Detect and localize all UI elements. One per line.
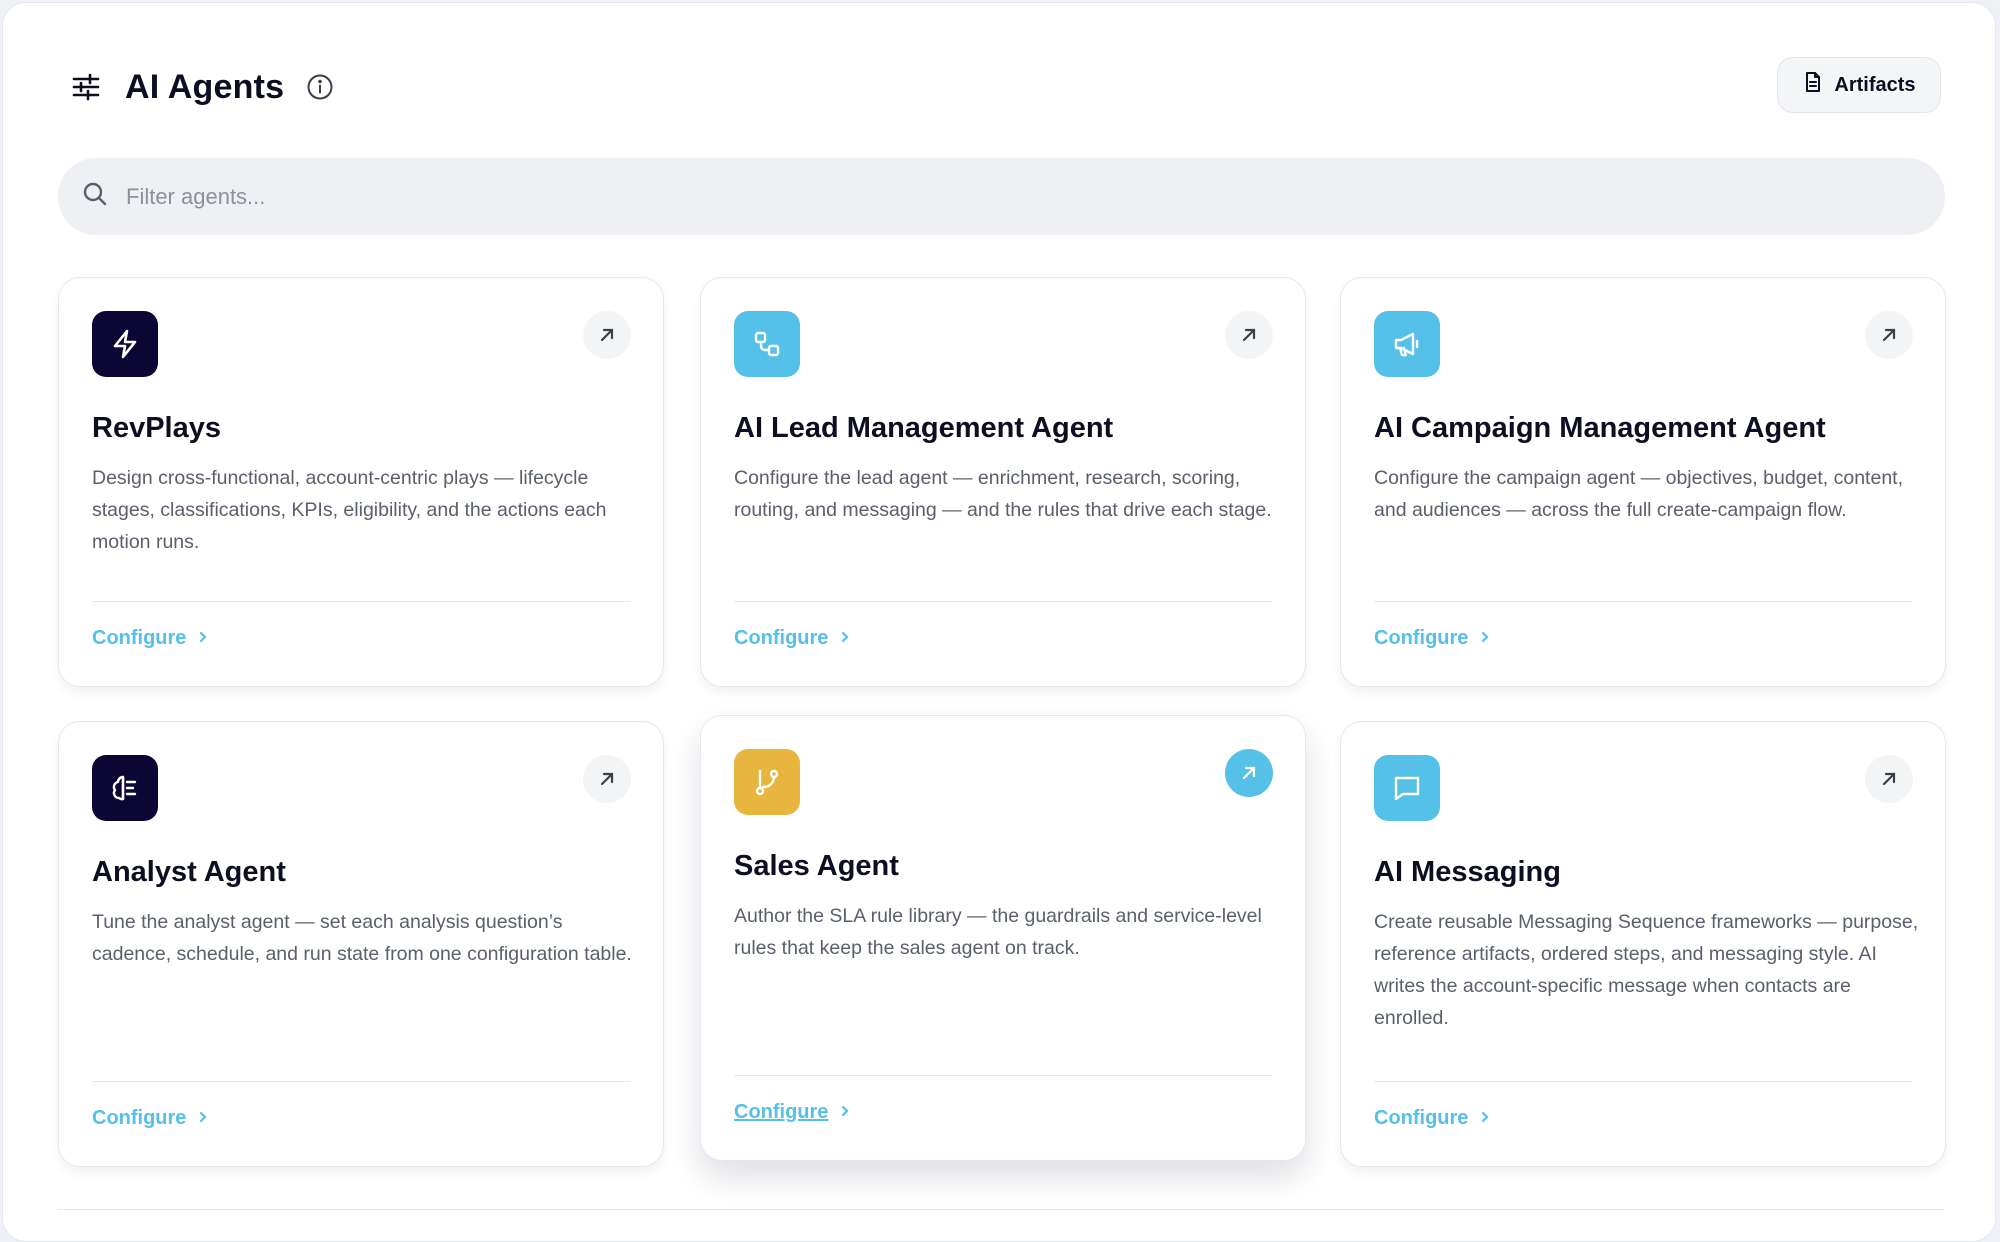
message-icon xyxy=(1374,755,1440,821)
open-arrow-icon[interactable] xyxy=(1865,755,1913,803)
card-title: AI Messaging xyxy=(1374,856,1561,888)
card-description: Configure the lead agent — enrichment, r… xyxy=(734,467,1272,521)
configure-link[interactable]: Configure xyxy=(734,627,852,650)
agent-card-lead-management[interactable]: AI Lead Management Agent Configure the l… xyxy=(700,277,1306,687)
configure-label: Configure xyxy=(92,1107,187,1129)
chevron-right-icon xyxy=(838,627,852,650)
chevron-right-icon xyxy=(838,1101,852,1124)
card-divider xyxy=(1374,1081,1912,1082)
configure-link[interactable]: Configure xyxy=(734,1101,852,1124)
configure-label: Configure xyxy=(1374,627,1469,649)
card-divider xyxy=(92,1081,630,1082)
footer-divider xyxy=(58,1209,1945,1210)
info-icon[interactable] xyxy=(306,73,334,101)
artifacts-button[interactable]: Artifacts xyxy=(1777,57,1941,113)
open-arrow-icon[interactable] xyxy=(1225,311,1273,359)
agent-card-analyst[interactable]: Analyst Agent Tune the analyst agent — s… xyxy=(58,721,664,1167)
search-icon xyxy=(82,181,108,212)
artifacts-label: Artifacts xyxy=(1834,73,1916,96)
agent-card-campaign-management[interactable]: AI Campaign Management Agent Configure t… xyxy=(1340,277,1946,687)
card-divider xyxy=(734,601,1272,602)
open-arrow-icon[interactable] xyxy=(583,755,631,803)
card-divider xyxy=(734,1075,1272,1076)
chevron-right-icon xyxy=(1478,1107,1492,1130)
workflow-icon xyxy=(734,311,800,377)
card-divider xyxy=(1374,601,1912,602)
lightning-icon xyxy=(92,311,158,377)
card-description: Author the SLA rule library — the guardr… xyxy=(734,905,1262,959)
sliders-icon[interactable] xyxy=(71,72,101,102)
agent-card-messaging[interactable]: AI Messaging Create reusable Messaging S… xyxy=(1340,721,1946,1167)
open-arrow-icon[interactable] xyxy=(583,311,631,359)
search-bar[interactable] xyxy=(58,158,1945,235)
card-description: Design cross-functional, account-centric… xyxy=(92,467,607,553)
page-header: AI Agents xyxy=(71,61,334,113)
document-icon xyxy=(1802,71,1824,99)
open-arrow-icon[interactable] xyxy=(1865,311,1913,359)
card-description: Tune the analyst agent — set each analys… xyxy=(92,911,632,965)
card-title: Sales Agent xyxy=(734,850,899,882)
page-title: AI Agents xyxy=(125,67,285,106)
git-branch-icon xyxy=(734,749,800,815)
chevron-right-icon xyxy=(196,1107,210,1130)
configure-label: Configure xyxy=(734,1101,829,1123)
card-title: Analyst Agent xyxy=(92,856,286,888)
configure-link[interactable]: Configure xyxy=(1374,1107,1492,1130)
open-arrow-icon[interactable] xyxy=(1225,749,1273,797)
brain-icon xyxy=(92,755,158,821)
card-title: AI Lead Management Agent xyxy=(734,412,1114,444)
card-description: Create reusable Messaging Sequence frame… xyxy=(1374,911,1919,1029)
megaphone-icon xyxy=(1374,311,1440,377)
configure-label: Configure xyxy=(1374,1107,1469,1129)
app-window: AI Agents Artifacts RevPlays xyxy=(2,2,1996,1242)
search-input[interactable] xyxy=(124,182,1828,211)
configure-label: Configure xyxy=(734,627,829,649)
configure-link[interactable]: Configure xyxy=(1374,627,1492,650)
chevron-right-icon xyxy=(1478,627,1492,650)
agent-card-revplays[interactable]: RevPlays Design cross-functional, accoun… xyxy=(58,277,664,687)
card-title: RevPlays xyxy=(92,412,221,444)
card-divider xyxy=(92,601,630,602)
card-title: AI Campaign Management Agent xyxy=(1374,412,1826,444)
configure-link[interactable]: Configure xyxy=(92,1107,210,1130)
configure-link[interactable]: Configure xyxy=(92,627,210,650)
agent-card-sales[interactable]: Sales Agent Author the SLA rule library … xyxy=(700,715,1306,1161)
card-description: Configure the campaign agent — objective… xyxy=(1374,467,1904,521)
configure-label: Configure xyxy=(92,627,187,649)
chevron-right-icon xyxy=(196,627,210,650)
